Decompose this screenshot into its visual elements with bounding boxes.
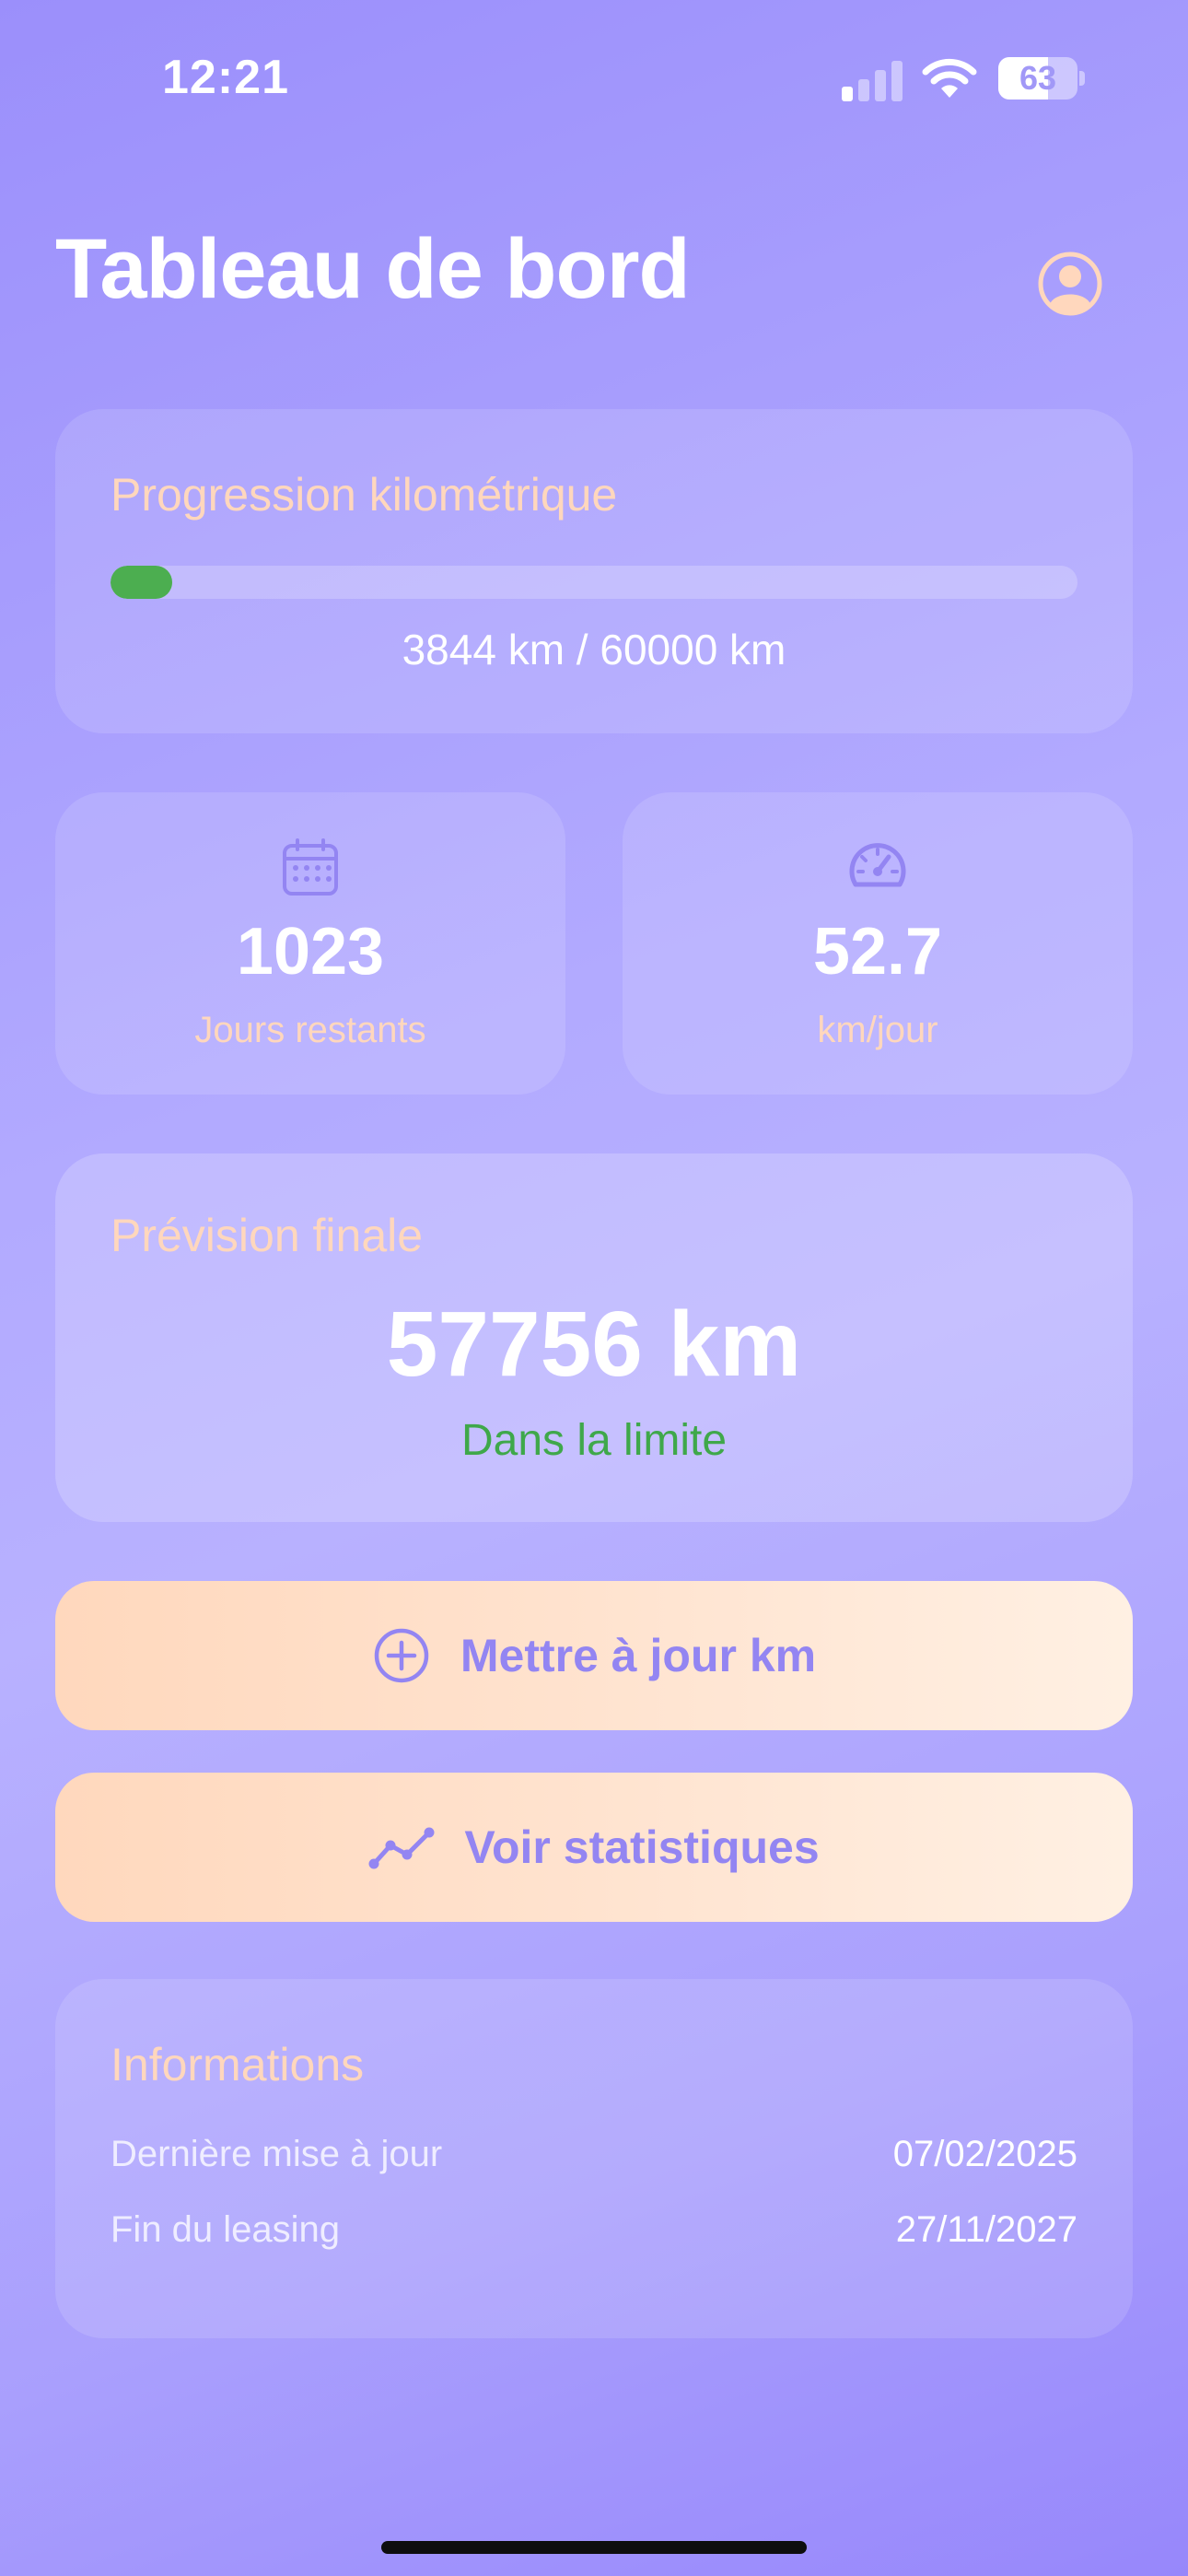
status-time: 12:21	[162, 51, 289, 104]
calendar-icon	[279, 837, 342, 899]
progress-text: 3844 km / 60000 km	[402, 626, 786, 673]
update-km-button[interactable]: Mettre à jour km	[55, 1581, 1133, 1730]
days-remaining-label: Jours restants	[194, 1010, 426, 1050]
speedometer-icon	[846, 837, 909, 899]
info-value: 07/02/2025	[892, 2134, 1077, 2174]
progress-title: Progression kilométrique	[111, 469, 618, 521]
info-label: Fin du leasing	[111, 2209, 341, 2250]
line-chart-icon	[368, 1818, 435, 1877]
view-stats-label: Voir statistiques	[464, 1821, 820, 1873]
update-km-label: Mettre à jour km	[460, 1630, 817, 1681]
forecast-value: 57756 km	[386, 1293, 802, 1396]
plus-circle-icon	[372, 1626, 431, 1685]
info-label: Dernière mise à jour	[111, 2134, 443, 2174]
wifi-icon	[921, 55, 978, 100]
progress-fill	[111, 566, 173, 599]
days-remaining-card: 1023 Jours restants	[55, 792, 565, 1095]
battery-percent: 63	[1019, 59, 1057, 97]
forecast-title: Prévision finale	[111, 1210, 424, 1261]
cellular-signal-icon	[842, 61, 904, 101]
battery-icon: 63	[998, 57, 1085, 100]
info-row-last-update: Dernière mise à jour 07/02/2025	[111, 2134, 1077, 2175]
km-per-day-value: 52.7	[812, 915, 943, 989]
km-per-day-label: km/jour	[817, 1010, 938, 1050]
forecast-card: Prévision finale 57756 km Dans la limite	[55, 1153, 1133, 1522]
view-stats-button[interactable]: Voir statistiques	[55, 1773, 1133, 1922]
days-remaining-value: 1023	[236, 915, 385, 989]
home-indicator[interactable]	[381, 2541, 807, 2554]
person-circle-icon[interactable]	[1037, 251, 1103, 317]
info-title: Informations	[111, 2039, 365, 2090]
info-card: Informations Dernière mise à jour 07/02/…	[55, 1979, 1133, 2338]
info-value: 27/11/2027	[895, 2209, 1077, 2250]
info-row-lease-end: Fin du leasing 27/11/2027	[111, 2209, 1077, 2251]
km-per-day-card: 52.7 km/jour	[623, 792, 1133, 1095]
forecast-status: Dans la limite	[460, 1416, 728, 1465]
progress-bar	[111, 566, 1077, 599]
page-title: Tableau de bord	[55, 222, 691, 316]
progress-card: Progression kilométrique 3844 km / 60000…	[55, 409, 1133, 733]
